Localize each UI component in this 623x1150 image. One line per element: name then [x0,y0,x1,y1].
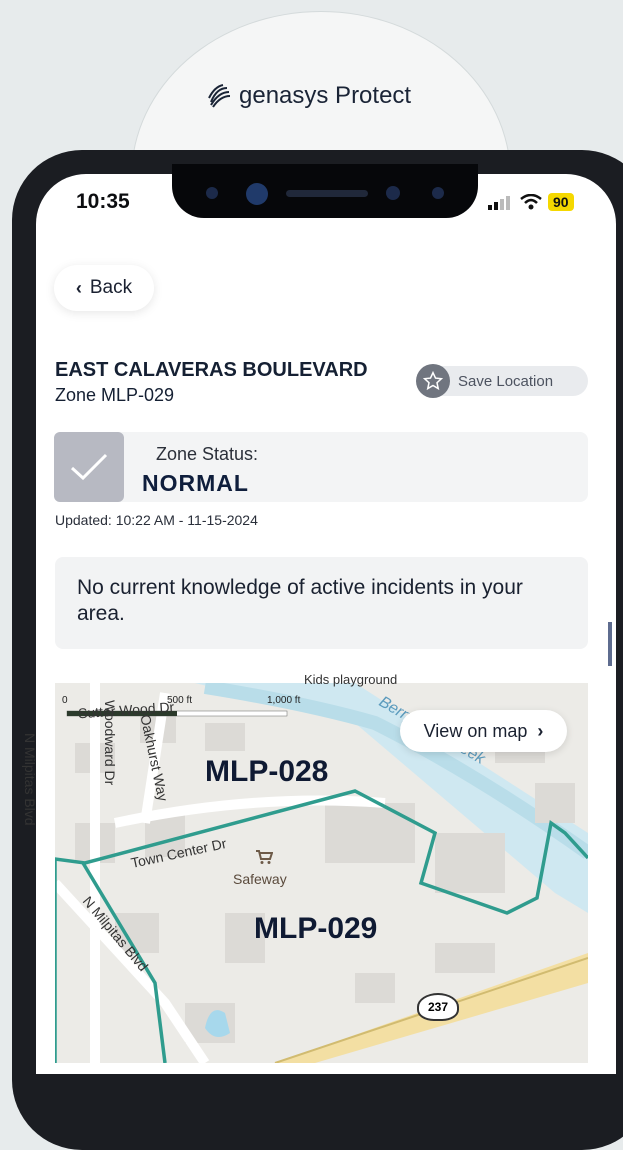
highway-shield: 237 [417,993,459,1021]
brand-name: genasys Protect [239,82,412,109]
shopping-cart-icon [255,849,274,870]
scale-tick-zero: 0 [62,695,68,706]
save-location-button[interactable]: Save Location [416,364,588,398]
status-updated-time: Updated: 10:22 AM - 11-15-2024 [55,512,258,528]
poi-label-kids: Kids playground [304,672,398,687]
status-time: 10:35 [76,190,130,213]
checkmark-icon [54,432,124,502]
view-on-map-label: View on map [423,720,528,741]
status-icons: 90 [488,193,574,211]
battery-level: 90 [548,193,574,211]
wifi-icon [520,194,542,210]
chevron-left-icon: ‹ [75,277,82,298]
front-camera [246,183,268,205]
speaker-grille [286,190,368,197]
incident-card: No current knowledge of active incidents… [55,557,588,649]
location-title: EAST CALAVERAS BOULEVARD [55,359,368,381]
chevron-right-icon: › [537,720,544,741]
signal-icon [488,196,510,210]
street-label-n-milpitas: N Milpitas Blvd [22,733,38,826]
zone-status-value: NORMAL [142,470,249,496]
zone-status-card: Zone Status: NORMAL [54,432,588,502]
sensor-dot [206,187,218,199]
sensor-dot [386,186,400,200]
street-label-woodward: Woodward Dr [102,700,118,786]
poi-label-safeway: Safeway [233,871,287,887]
scale-tick-end: 1,000 ft [267,695,301,706]
back-label: Back [89,277,133,298]
brand-header: genasys Protect [205,82,411,110]
genasys-logo-icon [208,84,231,108]
sensor-dot [432,187,444,199]
zone-id: Zone MLP-029 [55,385,175,405]
view-on-map-button[interactable]: View on map › [400,710,567,752]
incident-message: No current knowledge of active incidents… [77,576,523,625]
zone-label-mlp-028: MLP-028 [205,755,329,788]
star-icon [416,364,450,398]
scroll-indicator[interactable] [608,622,612,666]
zone-status-label: Zone Status: [156,444,259,464]
zone-label-mlp-029: MLP-029 [254,912,378,945]
back-button[interactable]: ‹ Back [54,265,154,311]
save-location-label: Save Location [458,372,554,390]
